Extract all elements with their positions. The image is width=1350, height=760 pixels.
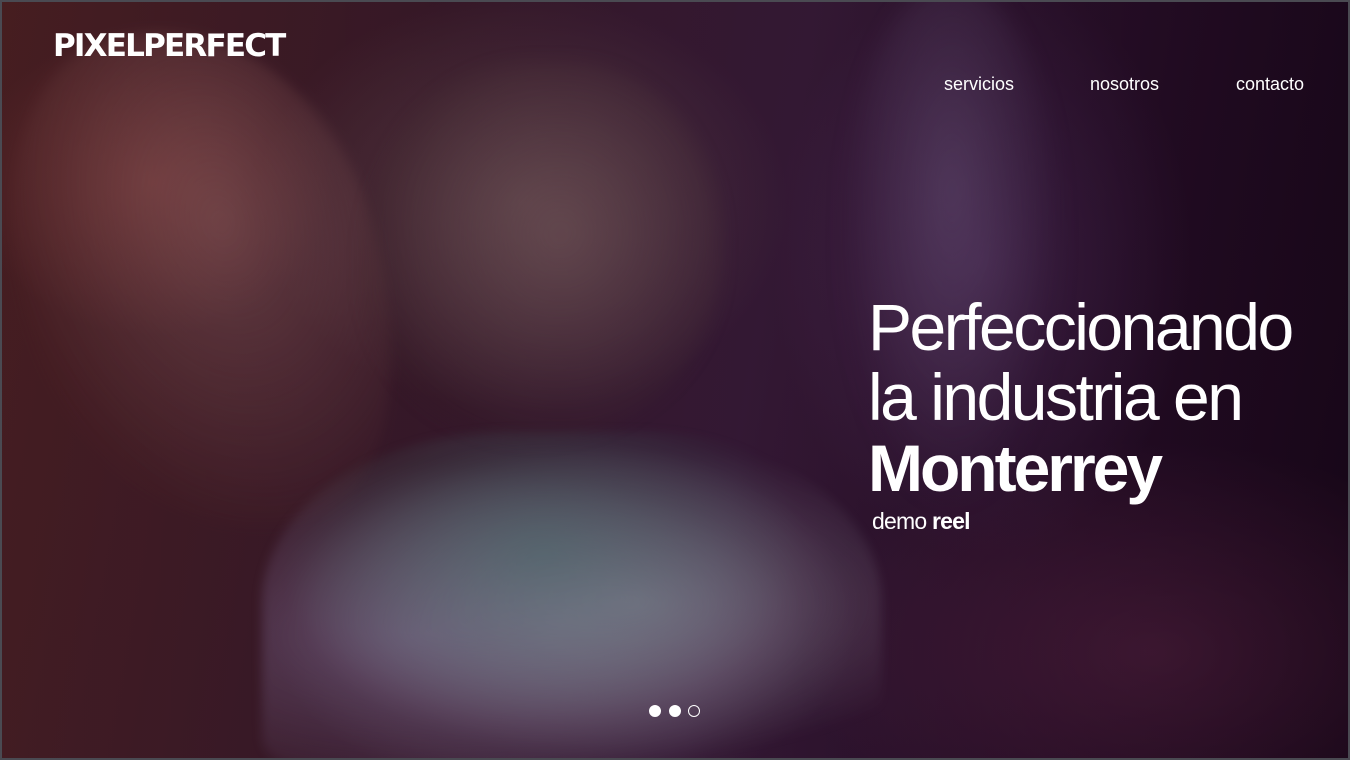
nav-link-nosotros[interactable]: nosotros — [1090, 72, 1159, 96]
headline-line-1: Perfeccionando — [868, 290, 1294, 364]
hero-section: PIXELPERFECT servicios nosotros contacto… — [0, 0, 1350, 760]
demo-reel-bold-text: reel — [931, 508, 971, 534]
nav-link-servicios[interactable]: servicios — [944, 72, 1014, 96]
main-nav: servicios nosotros contacto — [928, 72, 1348, 98]
demo-reel-light-text: demo — [872, 508, 927, 534]
site-logo[interactable]: PIXELPERFECT — [53, 28, 286, 64]
headline-line-2: la industria en — [868, 360, 1244, 434]
headline-city: Monterrey — [868, 431, 1163, 505]
nav-link-contacto[interactable]: contacto — [1236, 72, 1304, 96]
demo-reel-link[interactable]: demo reel — [872, 508, 970, 535]
carousel-dot-3[interactable] — [688, 705, 700, 717]
hero-headline: Perfeccionando la industria en Monterrey… — [868, 292, 1338, 535]
carousel-dot-1[interactable] — [649, 705, 661, 717]
carousel-dot-2[interactable] — [669, 705, 681, 717]
